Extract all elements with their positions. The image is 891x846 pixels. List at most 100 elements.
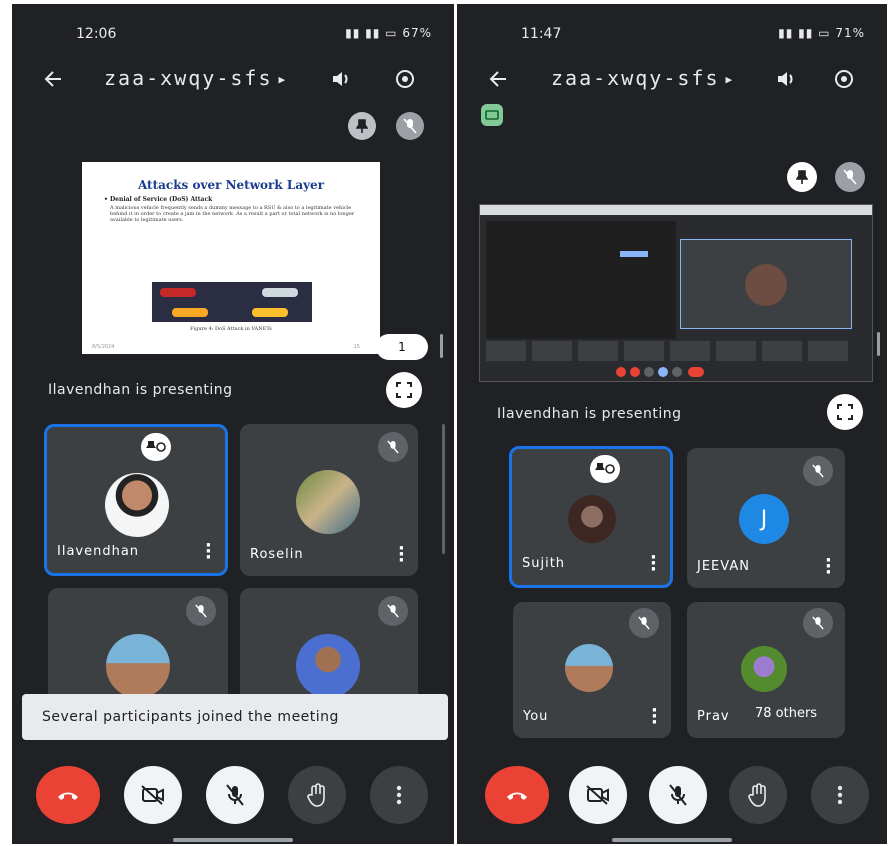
pin-badge-icon [590,455,620,483]
status-bar: 12:06 ▮▮ ▮▮ ▭ 67% [12,26,454,48]
avatar-initial: J [739,494,789,544]
status-battery: ▮▮ ▮▮ ▭ 67% [345,26,432,40]
toast-notification: Several participants joined the meeting [22,694,448,740]
more-vert-icon[interactable]: · · · [205,537,212,567]
presented-slide: Attacks over Network Layer • Denial of S… [82,162,380,354]
participant-name: Ilavendhan [57,544,140,559]
mic-off-icon [629,608,659,638]
pin-icon[interactable] [348,112,376,140]
slide-figure [152,282,312,322]
more-options-button[interactable] [811,766,869,824]
meeting-code[interactable]: zaa-xwqy-sfs ▶ [551,66,734,90]
scrollbar[interactable] [877,332,880,356]
page-indicator[interactable]: 1 [376,334,428,360]
slide-footer: 8/5/2024 [92,344,115,350]
end-call-button[interactable] [36,766,100,824]
mic-off-icon [378,596,408,626]
more-vert-icon[interactable]: · · · [650,549,657,579]
avatar [565,644,613,692]
camera-toggle-button[interactable] [569,766,627,824]
camera-off-icon [586,785,609,805]
participant-tile[interactable]: You · · · [513,602,671,738]
slide-title: Attacks over Network Layer [137,178,325,192]
browser-bar [480,205,872,215]
participant-name: JEEVAN [697,559,750,574]
nested-controls [616,367,726,377]
avatar [741,646,787,692]
pin-icon[interactable] [787,162,817,192]
participant-name: Prav [697,709,730,724]
scrollbar[interactable] [440,334,443,358]
slide-page-number: 15 [353,344,360,350]
raise-hand-icon [307,783,325,807]
speaker-icon[interactable] [769,62,803,96]
participant-name: Roselin [250,547,304,562]
participant-name: Sujith [522,556,566,571]
mic-off-icon [835,162,865,192]
mic-off-icon [226,784,244,806]
more-vert-icon[interactable]: · · · [398,540,405,570]
raise-hand-button[interactable] [729,766,787,824]
avatar [296,470,360,534]
fullscreen-icon[interactable] [827,394,863,430]
mic-toggle-button[interactable] [649,766,707,824]
pin-badge-icon [141,433,171,461]
nested-video [680,239,852,329]
mic-off-icon [186,596,216,626]
back-arrow-icon[interactable] [36,62,70,96]
participant-tile[interactable]: Roselin · · · [240,424,418,576]
avatar [106,634,170,698]
presenting-label: Ilavendhan is presenting [48,382,233,398]
back-arrow-icon[interactable] [481,62,515,96]
mic-off-icon [803,456,833,486]
mic-toggle-button[interactable] [206,766,264,824]
status-time: 12:06 [76,26,117,42]
more-vert-icon [396,785,402,805]
participant-tile[interactable]: J JEEVAN · · · [687,448,845,588]
participant-tile[interactable]: Ilavendhan · · · [44,424,228,576]
status-battery: ▮▮ ▮▮ ▭ 71% [778,26,865,40]
status-bar: 11:47 ▮▮ ▮▮ ▭ 71% [457,26,887,48]
others-count-chip[interactable]: 78 others [745,702,828,725]
meeting-top-bar: zaa-xwqy-sfs ▶ [457,62,887,96]
meeting-code[interactable]: zaa-xwqy-sfs ▶ [104,66,287,90]
raise-hand-button[interactable] [288,766,346,824]
camera-off-icon [141,785,164,805]
meeting-top-bar: zaa-xwqy-sfs ▶ [12,62,454,96]
speaker-icon[interactable] [324,62,358,96]
participant-tile[interactable]: Sujith · · · [509,446,673,588]
more-vert-icon[interactable]: · · · [651,702,658,732]
mic-off-icon [378,432,408,462]
more-vert-icon [837,785,843,805]
avatar [568,495,616,543]
nested-thumbnails [486,341,866,363]
avatar [296,634,360,698]
slide-caption: Figure 4: DoS Attack in VANETs [190,326,272,332]
home-indicator[interactable] [173,838,293,842]
fullscreen-icon[interactable] [386,372,422,408]
end-call-button[interactable] [485,766,549,824]
end-call-icon [507,792,527,800]
slide-body: A malicious vehicle frequently sends a d… [110,205,355,223]
shared-screen [479,204,873,382]
status-time: 11:47 [521,26,562,42]
camera-toggle-button[interactable] [124,766,182,824]
screen-share-badge-icon [481,104,503,126]
mic-off-icon [669,784,687,806]
switch-camera-icon[interactable] [388,62,422,96]
raise-hand-icon [748,783,766,807]
mic-off-icon [396,112,424,140]
end-call-icon [58,792,78,800]
slide-bullet: • Denial of Service (DoS) Attack [104,196,213,203]
more-options-button[interactable] [370,766,428,824]
avatar [105,473,169,537]
presenting-label: Ilavendhan is presenting [497,406,682,422]
nested-panel [486,221,676,339]
mic-off-icon [803,608,833,638]
left-phone-screen: 12:06 ▮▮ ▮▮ ▭ 67% zaa-xwqy-sfs ▶ Attacks … [12,4,454,844]
switch-camera-icon[interactable] [827,62,861,96]
home-indicator[interactable] [612,838,732,842]
right-phone-screen: 11:47 ▮▮ ▮▮ ▭ 71% zaa-xwqy-sfs ▶ Ilavend… [457,4,887,844]
scrollbar[interactable] [442,424,445,554]
more-vert-icon[interactable]: · · · [825,552,832,582]
